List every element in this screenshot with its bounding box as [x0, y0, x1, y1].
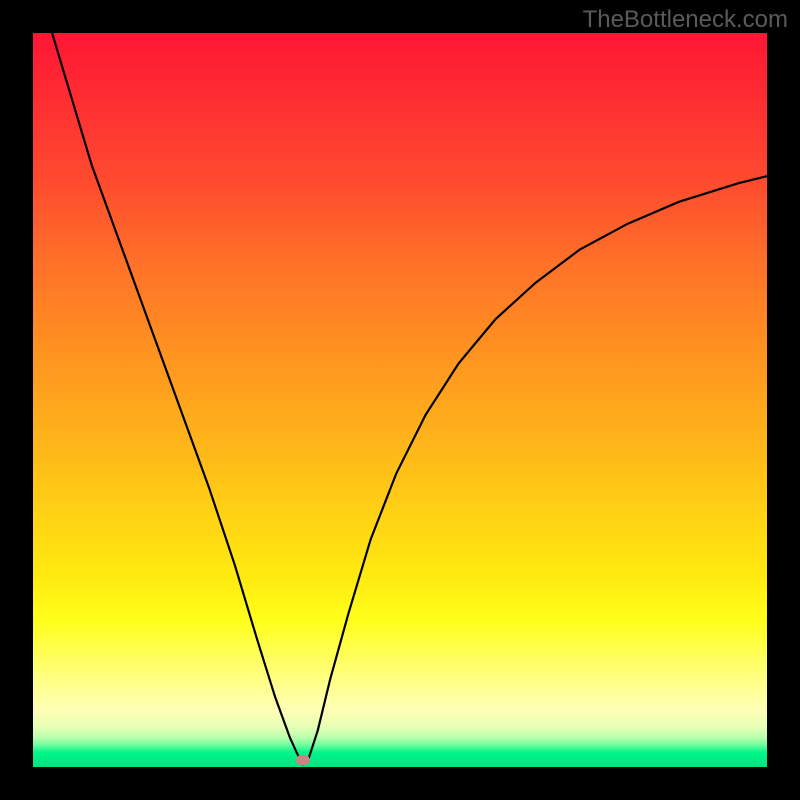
- chart-area: [33, 33, 767, 767]
- bottleneck-marker: [296, 755, 310, 765]
- bottleneck-curve: [33, 33, 767, 767]
- watermark-text: TheBottleneck.com: [583, 6, 788, 34]
